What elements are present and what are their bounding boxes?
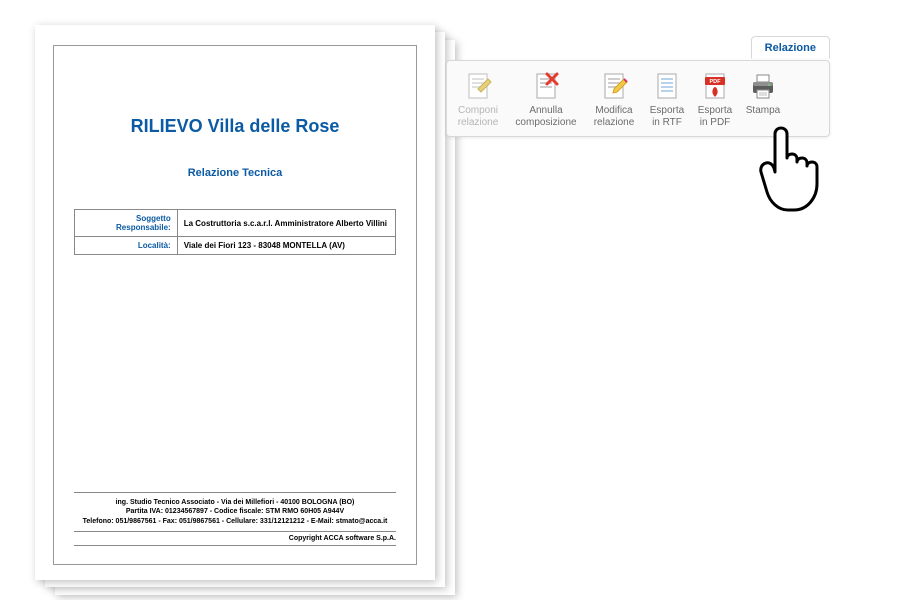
esporta-pdf-label: Esporta in PDF <box>698 105 732 128</box>
rtf-document-icon <box>651 71 683 103</box>
localita-value: Viale dei Fiori 123 - 83048 MONTELLA (AV… <box>177 237 395 255</box>
document-subtitle: Relazione Tecnica <box>74 167 396 179</box>
stampa-label: Stampa <box>746 105 780 117</box>
footer-line-1: ing. Studio Tecnico Associato - Via dei … <box>74 498 396 507</box>
ribbon-tab-relazione[interactable]: Relazione <box>751 36 830 59</box>
componi-relazione-label: Componi relazione <box>458 105 499 128</box>
ribbon-toolbar: Relazione Componi relazione <box>446 60 830 137</box>
cancel-document-icon <box>530 71 562 103</box>
compose-document-icon <box>462 71 494 103</box>
edit-document-icon <box>598 71 630 103</box>
printer-icon <box>747 71 779 103</box>
esporta-rtf-label: Esporta in RTF <box>650 105 684 128</box>
componi-relazione-button[interactable]: Componi relazione <box>449 69 507 130</box>
modifica-relazione-label: Modifica relazione <box>594 105 635 128</box>
table-row: Soggetto Responsabile: La Costruttoria s… <box>75 210 396 237</box>
annulla-composizione-label: Annulla composizione <box>515 105 576 128</box>
document-info-table: Soggetto Responsabile: La Costruttoria s… <box>74 209 396 255</box>
table-row: Località: Viale dei Fiori 123 - 83048 MO… <box>75 237 396 255</box>
footer-line-2: Partita IVA: 01234567897 - Codice fiscal… <box>74 507 396 516</box>
footer-copyright: Copyright ACCA software S.p.A. <box>74 532 396 546</box>
annulla-composizione-button[interactable]: Annulla composizione <box>507 69 585 130</box>
document-footer: ing. Studio Tecnico Associato - Via dei … <box>74 492 396 546</box>
localita-label: Località: <box>75 237 178 255</box>
svg-text:PDF: PDF <box>710 79 722 85</box>
pdf-document-icon: PDF <box>699 71 731 103</box>
document-title: RILIEVO Villa delle Rose <box>74 116 396 137</box>
footer-line-3: Telefono: 051/9867561 - Fax: 051/9867561… <box>74 517 396 526</box>
esporta-rtf-button[interactable]: Esporta in RTF <box>643 69 691 130</box>
stampa-button[interactable]: Stampa <box>739 69 787 119</box>
document-page: RILIEVO Villa delle Rose Relazione Tecni… <box>35 25 435 580</box>
responsabile-value: La Costruttoria s.c.a.r.l. Amministrator… <box>177 210 395 237</box>
responsabile-label: Soggetto Responsabile: <box>75 210 178 237</box>
modifica-relazione-button[interactable]: Modifica relazione <box>585 69 643 130</box>
esporta-pdf-button[interactable]: PDF Esporta in PDF <box>691 69 739 130</box>
